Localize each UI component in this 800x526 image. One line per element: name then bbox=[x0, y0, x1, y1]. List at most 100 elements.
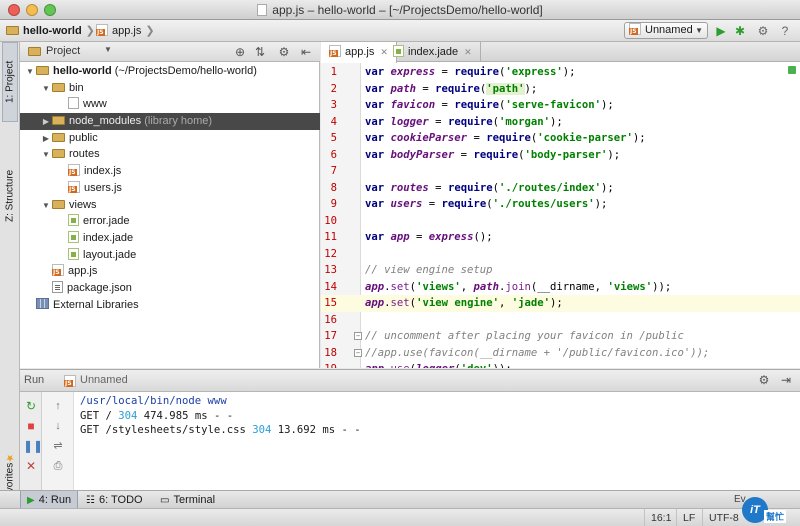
debug-button[interactable]: ✱ bbox=[731, 22, 749, 40]
code-line: 12 bbox=[321, 246, 800, 263]
code-text: var app = express(); bbox=[365, 231, 493, 243]
terminal-icon: ▭ bbox=[160, 495, 170, 506]
folder-icon bbox=[52, 199, 65, 209]
js-icon bbox=[68, 180, 80, 193]
code-line: 14 app.set('views', path.join(__dirname, … bbox=[321, 279, 800, 296]
tree-item[interactable]: layout.jade bbox=[20, 247, 320, 264]
tool-tab-terminal[interactable]: ▭ Terminal bbox=[154, 491, 221, 509]
settings-button[interactable]: ⚙ bbox=[754, 22, 772, 40]
close-tab-icon[interactable]: ✕ bbox=[464, 47, 472, 57]
js-file-icon bbox=[629, 23, 641, 35]
stop-button[interactable]: ■ bbox=[23, 418, 39, 434]
tree-item-label: node_modules bbox=[69, 115, 142, 128]
tree-item-label: users.js bbox=[84, 181, 122, 194]
tree-item-label: index.jade bbox=[83, 231, 134, 244]
tree-item-label: layout.jade bbox=[83, 248, 137, 261]
tree-item[interactable]: index.jade bbox=[20, 230, 320, 247]
line-number: 18 bbox=[324, 346, 337, 359]
print-button[interactable]: ⎙ bbox=[50, 458, 66, 474]
code-text: var cookieParser = require('cookie-parse… bbox=[365, 132, 646, 144]
code-line: 8 var routes = require('./routes/index'); bbox=[321, 180, 800, 197]
tree-item-label: index.js bbox=[84, 165, 122, 178]
arrow-down-icon: ↓ bbox=[55, 420, 61, 432]
editor: app.js ✕index.jade ✕ 1 var express = requir… bbox=[321, 42, 800, 368]
tree-item-label: views bbox=[69, 198, 97, 211]
locate-file-icon[interactable]: ⊕ bbox=[232, 44, 248, 60]
code-line: 10 bbox=[321, 213, 800, 230]
code-text: var routes = require('./routes/index'); bbox=[365, 181, 614, 194]
line-separator[interactable]: LF bbox=[676, 509, 701, 526]
tree-item[interactable]: ▶ node_modules (library home) bbox=[20, 113, 320, 130]
ithelp-logo: iT 幫忙 bbox=[736, 490, 800, 526]
editor-tab-label: app.js bbox=[345, 46, 375, 58]
caret-position[interactable]: 16:1 bbox=[644, 509, 677, 526]
expanded-arrow-icon[interactable]: ▼ bbox=[40, 81, 52, 98]
line-number: 11 bbox=[324, 231, 337, 243]
expanded-arrow-icon[interactable]: ▼ bbox=[40, 147, 52, 164]
tree-item[interactable]: ▶ public bbox=[20, 130, 320, 147]
tool-tab-structure[interactable]: Z: Structure bbox=[2, 152, 18, 240]
tree-item[interactable]: ▼ bin bbox=[20, 80, 320, 97]
tree-item[interactable]: www bbox=[20, 96, 320, 113]
pause-button[interactable]: ❚❚ bbox=[23, 438, 43, 454]
tree-item[interactable]: error.jade bbox=[20, 213, 320, 230]
run-configuration-select[interactable]: Unnamed▼ bbox=[624, 22, 708, 39]
navigation-bar: hello-world❯ app.js❯ Unnamed▼ ▶ ✱ ⚙ ? bbox=[0, 20, 800, 42]
project-view-select[interactable]: Project bbox=[46, 45, 80, 57]
run-panel: Run Unnamed ⚙ ⇥ ↻ ■ ❚❚ ✕ ↑ ↓ ⇌ ⎙ /usr/lo… bbox=[20, 369, 800, 491]
tool-tab-todo[interactable]: ☷ 6: TODO bbox=[80, 491, 149, 509]
left-tool-strip: 1: Project Z: Structure 2: Favorites ★ bbox=[0, 42, 20, 515]
tool-tab-run[interactable]: ▶ 4: Run bbox=[20, 491, 79, 509]
tree-item[interactable]: ▼ routes bbox=[20, 146, 320, 163]
rerun-icon: ↻ bbox=[25, 399, 37, 413]
run-button[interactable]: ▶ bbox=[712, 22, 730, 40]
code-area[interactable]: 1 var express = require('express'); 2 var p… bbox=[321, 63, 800, 368]
expanded-arrow-icon[interactable]: ▼ bbox=[40, 198, 52, 215]
soft-wrap-button[interactable]: ⇌ bbox=[50, 438, 66, 454]
folder-icon bbox=[52, 82, 65, 92]
scroll-down-button[interactable]: ↓ bbox=[50, 418, 66, 434]
jade-file-icon bbox=[393, 45, 404, 57]
hide-panel-icon[interactable]: ⇥ bbox=[778, 372, 794, 388]
editor-tab-label: index.jade bbox=[408, 46, 459, 58]
tree-item-label: www bbox=[83, 98, 107, 111]
rerun-button[interactable]: ↻ bbox=[23, 398, 39, 414]
gear-icon[interactable]: ⚙ bbox=[276, 44, 292, 60]
code-line: 13 // view engine setup bbox=[321, 262, 800, 279]
tree-item-label: app.js bbox=[68, 265, 98, 278]
fold-toggle-icon[interactable]: − bbox=[354, 348, 362, 357]
collapse-all-icon[interactable]: ⇅ bbox=[252, 44, 268, 60]
console-line: GET /stylesheets/style.css 304 13.692 ms… bbox=[80, 424, 361, 436]
collapsed-arrow-icon[interactable]: ▶ bbox=[40, 114, 52, 131]
editor-tab[interactable]: index.jade ✕ bbox=[385, 42, 481, 62]
fold-toggle-icon[interactable]: − bbox=[354, 332, 362, 340]
console-line: GET / 304 474.985 ms - - bbox=[80, 409, 234, 422]
gear-icon[interactable]: ⚙ bbox=[756, 372, 772, 388]
breadcrumb-file[interactable]: app.js❯ bbox=[96, 23, 155, 39]
tree-item[interactable]: ▼ views bbox=[20, 197, 320, 214]
tree-item-label: error.jade bbox=[83, 215, 130, 228]
line-number: 12 bbox=[324, 247, 337, 260]
tool-tab-project[interactable]: 1: Project bbox=[2, 42, 18, 122]
tree-item[interactable]: ▼ hello-world (~/ProjectsDemo/hello-world… bbox=[20, 63, 320, 80]
collapsed-arrow-icon[interactable]: ▶ bbox=[40, 131, 52, 148]
jade-icon bbox=[68, 247, 79, 260]
breadcrumb-separator-icon: ❯ bbox=[85, 25, 95, 37]
close-run-button[interactable]: ✕ bbox=[23, 458, 39, 474]
tree-item[interactable]: package.json bbox=[20, 280, 320, 297]
tree-item[interactable]: index.js bbox=[20, 163, 320, 180]
help-button[interactable]: ? bbox=[776, 22, 794, 40]
scroll-up-button[interactable]: ↑ bbox=[50, 398, 66, 414]
tree-item[interactable]: app.js bbox=[20, 263, 320, 280]
window-title: app.js – hello-world – [~/ProjectsDemo/h… bbox=[0, 3, 800, 17]
tree-item[interactable]: External Libraries bbox=[20, 297, 320, 314]
tree-item[interactable]: users.js bbox=[20, 180, 320, 197]
expanded-arrow-icon[interactable]: ▼ bbox=[24, 64, 36, 81]
console-output[interactable]: /usr/local/bin/node www GET / 304 474.98… bbox=[80, 394, 361, 438]
code-line: 7 bbox=[321, 163, 800, 180]
hide-panel-icon[interactable]: ⇤ bbox=[298, 44, 314, 60]
window-titlebar: app.js – hello-world – [~/ProjectsDemo/h… bbox=[0, 0, 800, 20]
code-line: 17 −// uncomment after placing your favic… bbox=[321, 328, 800, 345]
breadcrumb-project[interactable]: hello-world ❯ bbox=[6, 23, 95, 39]
run-toolbar: ↻ ■ ❚❚ ✕ bbox=[20, 392, 43, 491]
